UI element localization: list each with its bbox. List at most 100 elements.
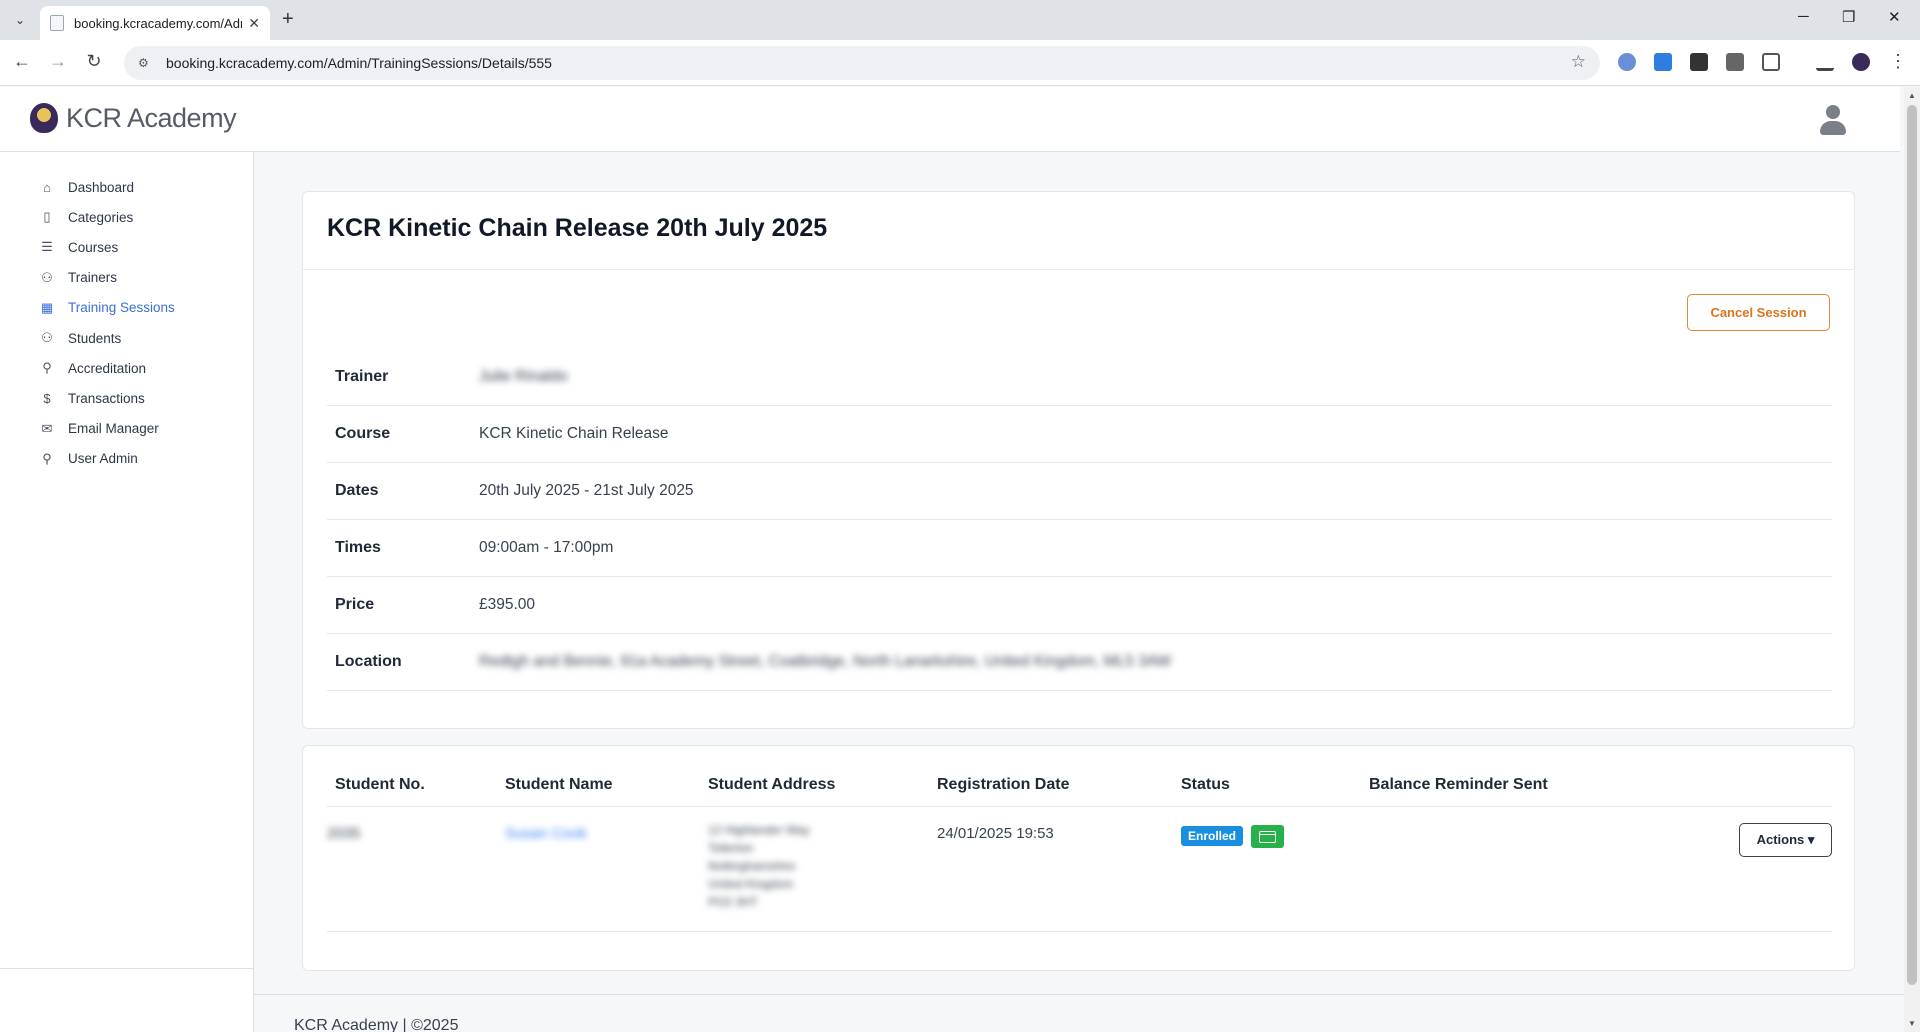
student-name-link[interactable]: Susan Cook <box>505 825 587 842</box>
app-header: KCR Academy <box>0 87 1900 152</box>
address-line: PO2 3HT <box>708 895 759 909</box>
times-value: 09:00am - 17:00pm <box>479 539 614 556</box>
status-badge: Enrolled <box>1181 826 1244 846</box>
detail-label: Dates <box>335 482 379 499</box>
col-status: Status <box>1181 776 1230 793</box>
kcr-logo-icon <box>30 103 58 133</box>
detail-row-times: Times 09:00am - 17:00pm <box>327 520 1832 577</box>
location-value: Redtgh and Bennie, 91a Academy Street, C… <box>479 653 1172 670</box>
page-favicon-icon <box>50 15 64 31</box>
sidebar-item-trainers[interactable]: ⚇ Trainers <box>38 263 175 293</box>
reload-icon[interactable]: ↻ <box>82 51 106 72</box>
sidebar-item-label: Training Sessions <box>68 300 175 316</box>
address-line: United Kingdom <box>708 877 794 891</box>
detail-row-location: Location Redtgh and Bennie, 91a Academy … <box>327 634 1832 691</box>
course-value: KCR Kinetic Chain Release <box>479 425 669 442</box>
session-detail-table: Trainer Julie Rinaldo Course KCR Kinetic… <box>327 349 1832 691</box>
sidebar-item-user-admin[interactable]: ⚲ User Admin <box>38 444 175 474</box>
window-close-icon[interactable]: ✕ <box>1888 8 1901 26</box>
extension-2-icon[interactable] <box>1654 53 1672 71</box>
student-address: 12 Highlander Way Tollerton Nottinghamsh… <box>708 821 810 911</box>
dates-value: 20th July 2025 - 21st July 2025 <box>479 482 694 499</box>
sidebar-item-courses[interactable]: ☰ Courses <box>38 232 175 262</box>
card-divider <box>303 269 1854 270</box>
sidebar-divider <box>0 968 253 969</box>
page-scrollbar[interactable]: ▲ ▼ <box>1904 87 1920 1032</box>
sidebar-item-label: Categories <box>68 209 134 225</box>
tab-close-icon[interactable]: ✕ <box>248 15 260 32</box>
col-student-name: Student Name <box>505 776 613 793</box>
sidebar-item-accreditation[interactable]: ⚲ Accreditation <box>38 353 175 383</box>
address-bar[interactable]: ⚙ booking.kcracademy.com/Admin/TrainingS… <box>124 46 1600 80</box>
minimize-icon[interactable]: ─ <box>1798 8 1809 25</box>
sidebar-item-training-sessions[interactable]: ▦ Training Sessions <box>38 293 175 323</box>
address-line: 12 Highlander Way <box>708 823 810 837</box>
download-icon[interactable] <box>1816 53 1834 71</box>
browser-menu-icon[interactable]: ⋮ <box>1886 51 1910 72</box>
price-value: £395.00 <box>479 596 536 613</box>
brand-name[interactable]: KCR Academy <box>66 103 237 134</box>
back-icon[interactable]: ← <box>10 51 34 72</box>
sidebar-item-transactions[interactable]: $ Transactions <box>38 383 175 413</box>
scroll-up-icon[interactable]: ▲ <box>1908 91 1916 100</box>
detail-row-course: Course KCR Kinetic Chain Release <box>327 406 1832 463</box>
detail-label: Price <box>335 596 375 613</box>
user-icon: ⚲ <box>42 450 52 466</box>
site-info-icon[interactable]: ⚙ <box>138 56 154 70</box>
extension-3-icon[interactable] <box>1690 53 1708 71</box>
col-student-no: Student No. <box>335 776 425 793</box>
extension-1-icon[interactable] <box>1618 53 1636 71</box>
status-cell: Enrolled <box>1181 825 1301 850</box>
detail-row-trainer: Trainer Julie Rinaldo <box>327 349 1832 406</box>
sidebar-item-students[interactable]: ⚇ Students <box>38 323 175 353</box>
col-student-address: Student Address <box>708 776 836 793</box>
browser-tab[interactable]: booking.kcracademy.com/Adm ✕ <box>40 6 270 40</box>
scroll-down-icon[interactable]: ▼ <box>1908 1019 1916 1028</box>
browser-toolbar: ← → ↻ ⚙ booking.kcracademy.com/Admin/Tra… <box>0 40 1920 86</box>
forward-icon[interactable]: → <box>46 51 70 72</box>
address-line: Nottinghamshire <box>708 859 796 873</box>
browser-tab-bar: ⌄ booking.kcracademy.com/Adm ✕ + ─ ❐ ✕ <box>0 0 1920 40</box>
bookmark-star-icon[interactable]: ☆ <box>1571 52 1586 72</box>
scrollbar-thumb[interactable] <box>1907 105 1917 985</box>
sidebar-item-label: Transactions <box>68 390 145 406</box>
profile-avatar-icon[interactable] <box>1852 53 1870 71</box>
detail-label: Location <box>335 653 402 670</box>
extensions-puzzle-icon[interactable] <box>1762 53 1780 71</box>
user-account-icon[interactable] <box>1818 105 1848 137</box>
sidebar-item-dashboard[interactable]: ⌂ Dashboard <box>38 172 175 202</box>
col-balance-reminder: Balance Reminder Sent <box>1369 776 1548 793</box>
tab-title: booking.kcracademy.com/Adm <box>74 15 243 31</box>
calendar-icon: ▦ <box>40 299 54 315</box>
restore-icon[interactable]: ❐ <box>1842 8 1855 26</box>
sidebar-item-label: Accreditation <box>68 360 147 376</box>
students-table-header: Student No. Student Name Student Address… <box>327 776 1832 807</box>
detail-row-dates: Dates 20th July 2025 - 21st July 2025 <box>327 463 1832 520</box>
actions-dropdown-button[interactable]: Actions ▾ <box>1739 823 1832 857</box>
page-title: KCR Kinetic Chain Release 20th July 2025 <box>327 214 828 242</box>
payment-card-icon[interactable] <box>1251 825 1284 848</box>
registration-date: 24/01/2025 19:53 <box>937 825 1054 842</box>
new-tab-icon[interactable]: + <box>282 8 294 31</box>
sidebar-item-label: User Admin <box>68 451 138 467</box>
trainer-value: Julie Rinaldo <box>479 368 568 385</box>
detail-label: Trainer <box>335 368 389 385</box>
detail-row-price: Price £395.00 <box>327 577 1832 634</box>
sidebar-item-categories[interactable]: ▯ Categories <box>38 202 175 232</box>
footer-text: KCR Academy | ©2025 <box>294 1017 459 1032</box>
clipboard-icon: ▯ <box>43 209 51 225</box>
detail-label: Times <box>335 539 381 556</box>
users-icon: ⚇ <box>41 269 53 285</box>
sidebar-item-label: Dashboard <box>68 179 135 195</box>
extension-4-icon[interactable] <box>1726 53 1744 71</box>
sidebar-item-label: Trainers <box>68 270 118 286</box>
sidebar: ⌂ Dashboard ▯ Categories ☰ Courses ⚇ Tra… <box>0 152 254 1032</box>
table-row: 2035 Susan Cook 12 Highlander Way Toller… <box>327 807 1832 932</box>
list-icon: ☰ <box>41 239 53 255</box>
sidebar-item-label: Courses <box>68 239 119 255</box>
sidebar-nav: ⌂ Dashboard ▯ Categories ☰ Courses ⚇ Tra… <box>38 172 175 474</box>
sidebar-item-email-manager[interactable]: ✉ Email Manager <box>38 414 175 444</box>
users-icon: ⚇ <box>41 330 53 346</box>
tab-search-icon[interactable]: ⌄ <box>9 9 31 31</box>
cancel-session-button[interactable]: Cancel Session <box>1687 294 1830 331</box>
